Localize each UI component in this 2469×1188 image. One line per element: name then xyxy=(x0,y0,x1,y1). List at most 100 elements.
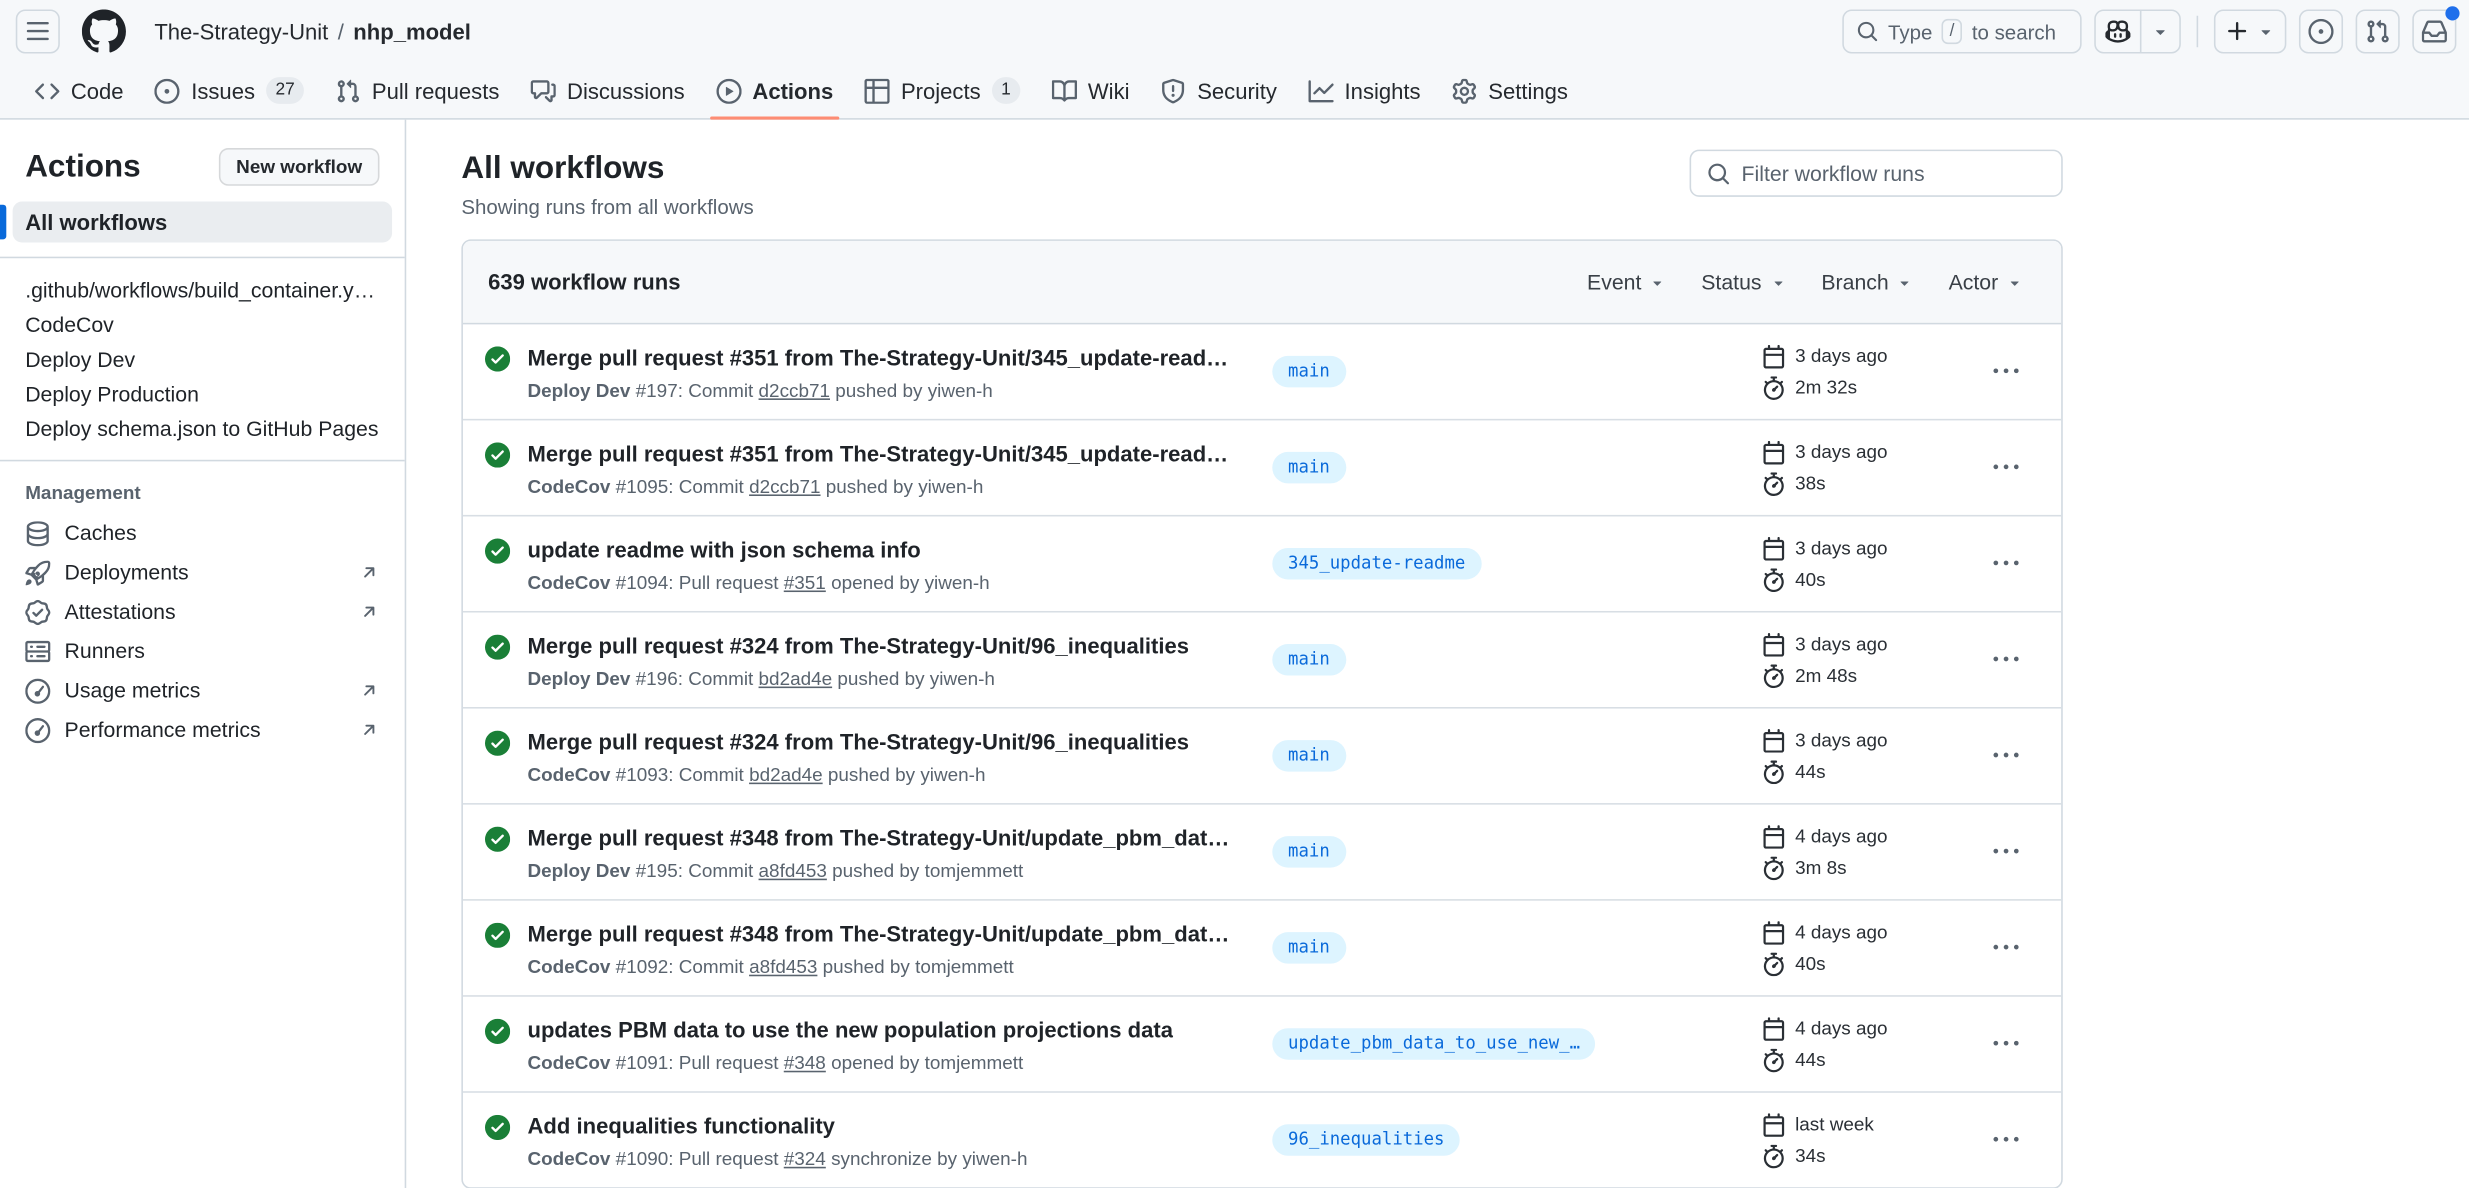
filter-workflow-runs-input[interactable] xyxy=(1742,161,2046,185)
run-meta-link[interactable]: d2ccb71 xyxy=(749,475,820,497)
tab-label: Issues xyxy=(191,78,255,103)
branch-label[interactable]: main xyxy=(1272,836,1345,867)
sidebar-management-item[interactable]: Deployments xyxy=(13,553,392,592)
run-title-link[interactable]: updates PBM data to use the new populati… xyxy=(527,1015,1172,1043)
issues-button[interactable] xyxy=(2299,9,2343,53)
run-options-button[interactable] xyxy=(1987,1121,2025,1159)
branch-label[interactable]: update_pbm_data_to_use_new_… xyxy=(1272,1028,1595,1059)
run-time-cell: 4 days ago 3m 8s xyxy=(1743,824,1987,879)
sidebar-workflow-item[interactable]: Deploy Dev xyxy=(13,342,392,377)
repo-tab[interactable]: Pull requests xyxy=(320,63,515,118)
run-title-link[interactable]: update readme with json schema info xyxy=(527,535,989,563)
filter-dropdown-label: Branch xyxy=(1821,270,1888,294)
run-meta-link[interactable]: d2ccb71 xyxy=(759,379,830,401)
repo-tab[interactable]: Actions xyxy=(700,63,849,118)
sidebar-management-item[interactable]: Caches xyxy=(13,513,392,552)
run-meta-link[interactable]: bd2ad4e xyxy=(759,667,833,689)
run-meta-text: #195: Commit xyxy=(630,859,758,881)
sidebar-management-item[interactable]: Runners xyxy=(13,631,392,670)
runs-rows: Merge pull request #351 from The-Strateg… xyxy=(463,323,2061,1187)
repo-tab[interactable]: Code xyxy=(19,63,139,118)
run-options-button[interactable] xyxy=(1987,545,2025,583)
branch-label[interactable]: main xyxy=(1272,644,1345,675)
repo-tab[interactable]: Projects 1 xyxy=(849,63,1036,118)
run-title-link[interactable]: Merge pull request #324 from The-Strateg… xyxy=(527,631,1189,659)
run-workflow-name: CodeCov xyxy=(527,571,610,593)
meter-icon xyxy=(25,717,50,742)
sidebar-workflow-item[interactable]: CodeCov xyxy=(13,307,392,342)
run-meta-link[interactable]: a8fd453 xyxy=(749,955,817,977)
run-date: 4 days ago xyxy=(1795,921,1887,943)
sidebar-workflow-item[interactable]: Deploy Production xyxy=(13,376,392,411)
runs-list-header: 639 workflow runs Event Status xyxy=(463,241,2061,323)
create-new-button[interactable] xyxy=(2214,9,2286,53)
sidebar-management-item[interactable]: Performance metrics xyxy=(13,710,392,749)
run-title-link[interactable]: Add inequalities functionality xyxy=(527,1111,1027,1139)
branch-label[interactable]: 345_update-readme xyxy=(1272,548,1481,579)
runs-filters: Event Status Branch xyxy=(1574,264,2036,300)
breadcrumb: The-Strategy-Unit / nhp_model xyxy=(148,16,477,47)
sidebar-management-item[interactable]: Attestations xyxy=(13,592,392,631)
sidebar-management-item[interactable]: Usage metrics xyxy=(13,671,392,710)
run-meta: Deploy Dev #195: Commit a8fd453 pushed b… xyxy=(527,859,1231,881)
inbox-button[interactable] xyxy=(2412,9,2456,53)
sidebar-item-all-workflows[interactable]: All workflows xyxy=(13,202,392,243)
run-workflow-name: Deploy Dev xyxy=(527,859,630,881)
breadcrumb-org[interactable]: The-Strategy-Unit xyxy=(148,16,335,47)
sidebar-workflow-item[interactable]: Deploy schema.json to GitHub Pages xyxy=(13,411,392,446)
run-options-button[interactable] xyxy=(1987,833,2025,871)
run-time-cell: 3 days ago 2m 32s xyxy=(1743,344,1987,399)
run-title-link[interactable]: Merge pull request #351 from The-Strateg… xyxy=(527,439,1231,467)
run-duration: 2m 32s xyxy=(1795,376,1857,398)
filter-dropdown[interactable]: Event xyxy=(1574,264,1679,300)
sidebar-workflow-item[interactable]: .github/workflows/build_container.yaml xyxy=(13,272,392,307)
repo-tab[interactable]: Settings xyxy=(1436,63,1583,118)
repo-tab[interactable]: Discussions xyxy=(515,63,700,118)
repo-tab[interactable]: Security xyxy=(1145,63,1292,118)
run-duration: 40s xyxy=(1795,953,1825,975)
repo-tab[interactable]: Insights xyxy=(1293,63,1437,118)
run-options-button[interactable] xyxy=(1987,449,2025,487)
run-options-button[interactable] xyxy=(1987,929,2025,967)
repo-tab[interactable]: Issues 27 xyxy=(139,63,320,118)
run-title-link[interactable]: Merge pull request #351 from The-Strateg… xyxy=(527,342,1231,370)
book-icon xyxy=(1052,78,1077,103)
copilot-button[interactable] xyxy=(2094,9,2181,53)
run-options-button[interactable] xyxy=(1987,737,2025,775)
branch-label[interactable]: main xyxy=(1272,356,1345,387)
global-search-input[interactable]: Type / to search xyxy=(1842,9,2081,53)
workflow-run-row: update readme with json schema info Code… xyxy=(463,515,2061,611)
run-options-button[interactable] xyxy=(1987,1025,2025,1063)
run-title-link[interactable]: Merge pull request #348 from The-Strateg… xyxy=(527,919,1231,947)
calendar-icon xyxy=(1762,344,1786,368)
run-options-button[interactable] xyxy=(1987,353,2025,391)
repo-tab[interactable]: Wiki xyxy=(1036,63,1145,118)
filter-dropdown[interactable]: Branch xyxy=(1809,264,1927,300)
new-workflow-button[interactable]: New workflow xyxy=(219,148,380,186)
run-title-link[interactable]: Merge pull request #348 from The-Strateg… xyxy=(527,823,1231,851)
tab-label: Security xyxy=(1197,78,1277,103)
graph-icon xyxy=(1308,78,1333,103)
filter-dropdown[interactable]: Status xyxy=(1689,264,1800,300)
run-meta-link[interactable]: #324 xyxy=(784,1147,826,1169)
run-title-link[interactable]: Merge pull request #324 from The-Strateg… xyxy=(527,727,1189,755)
hamburger-menu-button[interactable] xyxy=(16,9,60,53)
github-logo[interactable] xyxy=(82,9,126,53)
tab-label: Projects xyxy=(901,78,981,103)
branch-label[interactable]: main xyxy=(1272,932,1345,963)
run-options-button[interactable] xyxy=(1987,641,2025,679)
branch-label[interactable]: 96_inequalities xyxy=(1272,1124,1460,1155)
run-meta-link[interactable]: bd2ad4e xyxy=(749,763,823,785)
pull-requests-button[interactable] xyxy=(2356,9,2400,53)
run-meta-link[interactable]: #348 xyxy=(784,1051,826,1073)
branch-label[interactable]: main xyxy=(1272,452,1345,483)
workflow-run-row: Merge pull request #348 from The-Strateg… xyxy=(463,803,2061,899)
breadcrumb-repo[interactable]: nhp_model xyxy=(347,16,477,47)
workflow-run-row: Merge pull request #351 from The-Strateg… xyxy=(463,419,2061,515)
branch-label[interactable]: main xyxy=(1272,740,1345,771)
run-meta: Deploy Dev #196: Commit bd2ad4e pushed b… xyxy=(527,667,1189,689)
filter-dropdown[interactable]: Actor xyxy=(1936,264,2036,300)
run-meta-link[interactable]: a8fd453 xyxy=(759,859,827,881)
run-date: 3 days ago xyxy=(1795,537,1887,559)
run-meta-link[interactable]: #351 xyxy=(784,571,826,593)
